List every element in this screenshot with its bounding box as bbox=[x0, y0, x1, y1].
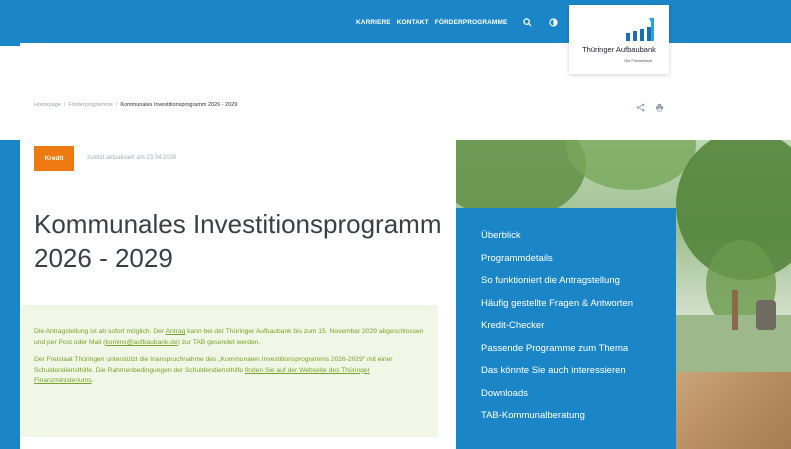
sidenav-item-interessieren[interactable]: Das könnte Sie auch interessieren bbox=[481, 365, 661, 377]
page-title: Kommunales Investitionsprogramm 2026 - 2… bbox=[34, 209, 442, 273]
sidenav-item-antragstellung[interactable]: So funktioniert die Antragstellung bbox=[481, 275, 661, 287]
breadcrumb-separator: / bbox=[63, 102, 66, 108]
top-left-accent bbox=[0, 43, 20, 46]
page: KARRIERE KONTAKT FÖRDERPROGRAMME Thüring… bbox=[0, 0, 791, 449]
logo-name: Thüringer Aufbaubank bbox=[582, 45, 656, 54]
top-navigation-bar: KARRIERE KONTAKT FÖRDERPROGRAMME bbox=[0, 0, 791, 43]
notice-text: . bbox=[91, 377, 94, 384]
wood-post-image bbox=[676, 372, 791, 449]
sidenav-item-programmdetails[interactable]: Programmdetails bbox=[481, 253, 661, 265]
sidenav-item-passende-programme[interactable]: Passende Programme zum Thema bbox=[481, 343, 661, 355]
sidenav-item-kredit-checker[interactable]: Kredit-Checker bbox=[481, 320, 661, 332]
breadcrumb-current: Kommunales Investitionsprogramm 2026 - 2… bbox=[120, 102, 238, 108]
breadcrumb-separator: / bbox=[115, 102, 118, 108]
logo-tagline: Die Förderbank. bbox=[624, 58, 653, 63]
notice-paragraph-2: Der Freistaat Thüringen unterstützt die … bbox=[34, 355, 424, 387]
sidenav-item-ueberblick[interactable]: Überblick bbox=[481, 230, 661, 242]
top-nav: KARRIERE KONTAKT FÖRDERPROGRAMME bbox=[356, 17, 559, 27]
notice-paragraph-1: Die Antragstellung ist ab sofort möglich… bbox=[34, 327, 424, 348]
search-icon[interactable] bbox=[521, 17, 533, 27]
logo[interactable]: Thüringer Aufbaubank Die Förderbank. bbox=[569, 5, 669, 74]
category-badge[interactable]: Kredit bbox=[34, 146, 74, 171]
sidenav-item-kommunalberatung[interactable]: TAB-Kommunalberatung bbox=[481, 410, 661, 422]
email-link[interactable]: kominv@aufbaubank.de bbox=[105, 339, 177, 346]
sidenav-item-faq[interactable]: Häufig gestellte Fragen & Antworten bbox=[481, 298, 661, 310]
breadcrumb-home[interactable]: Homepage bbox=[34, 102, 61, 108]
antrag-link[interactable]: Antrag bbox=[166, 328, 186, 335]
notice-text: Die Antragstellung ist ab sofort möglich… bbox=[34, 328, 166, 335]
contrast-icon[interactable] bbox=[547, 17, 559, 27]
share-icon[interactable] bbox=[636, 99, 645, 117]
nav-karriere[interactable]: KARRIERE bbox=[356, 19, 391, 26]
print-icon[interactable] bbox=[655, 99, 664, 117]
sidenav-item-downloads[interactable]: Downloads bbox=[481, 388, 661, 400]
nav-foerderprogramme[interactable]: FÖRDERPROGRAMME bbox=[435, 19, 508, 26]
side-navigation: Überblick Programmdetails So funktionier… bbox=[456, 208, 676, 449]
left-blue-strip bbox=[0, 140, 20, 449]
nav-kontakt[interactable]: KONTAKT bbox=[397, 19, 429, 26]
notice-box: Die Antragstellung ist ab sofort möglich… bbox=[20, 305, 438, 437]
page-tools bbox=[636, 99, 664, 117]
breadcrumb-foerderprogramme[interactable]: Förderprogramme bbox=[68, 102, 112, 108]
logo-bars-icon bbox=[626, 18, 654, 41]
last-updated: zuletzt aktualisiert am 23.04.2026 bbox=[87, 155, 177, 161]
breadcrumb: Homepage / Förderprogramme / Kommunales … bbox=[34, 102, 237, 108]
notice-text: ) zur TAB gesendet werden. bbox=[177, 338, 261, 346]
